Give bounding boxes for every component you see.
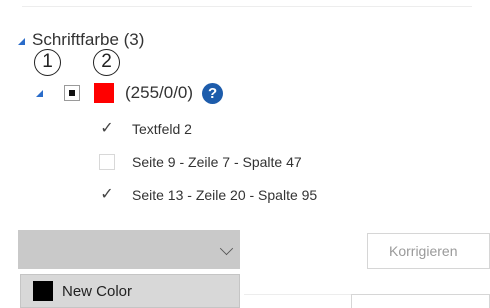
- callout-marker-2: 2: [93, 49, 120, 76]
- item-label: Textfeld 2: [132, 121, 192, 137]
- item-label: Seite 13 - Zeile 20 - Spalte 95: [132, 187, 318, 203]
- list-item[interactable]: ✓ Textfeld 2: [99, 118, 192, 140]
- list-item[interactable]: ✓ Seite 13 - Zeile 20 - Spalte 95: [99, 184, 317, 206]
- item-checkbox-checked[interactable]: ✓: [99, 121, 115, 137]
- correct-button[interactable]: Korrigieren: [367, 233, 490, 269]
- divider: [244, 294, 351, 295]
- partially-visible-control: [351, 294, 490, 308]
- color-correction-panel: Schriftfarbe (3) 1 2 (255/0/0) ? ✓ Textf…: [0, 0, 490, 308]
- help-icon[interactable]: ?: [202, 82, 224, 104]
- color-dropdown[interactable]: [18, 230, 240, 269]
- color-swatch: [33, 281, 53, 301]
- partial-check-icon: [69, 90, 75, 96]
- callout-marker-1: 1: [34, 49, 61, 76]
- select-all-checkbox[interactable]: [64, 85, 80, 101]
- group-label: Schriftfarbe (3): [32, 30, 145, 49]
- item-checkbox-checked[interactable]: ✓: [99, 187, 115, 203]
- expand-triangle-icon[interactable]: [36, 89, 43, 97]
- color-swatch: [94, 83, 114, 103]
- color-rgb-value: (255/0/0): [125, 83, 194, 102]
- chevron-down-icon: [219, 241, 234, 256]
- expand-triangle-icon[interactable]: [18, 37, 25, 45]
- item-label: Seite 9 - Zeile 7 - Spalte 47: [132, 154, 302, 170]
- divider: [22, 6, 472, 7]
- item-checkbox-unchecked[interactable]: [99, 154, 115, 170]
- dropdown-option-new-color[interactable]: New Color: [20, 274, 240, 308]
- color-entry-row[interactable]: (255/0/0) ?: [36, 80, 224, 106]
- option-label: New Color: [62, 282, 133, 300]
- list-item[interactable]: Seite 9 - Zeile 7 - Spalte 47: [99, 151, 302, 173]
- font-color-group-header[interactable]: Schriftfarbe (3): [18, 28, 144, 52]
